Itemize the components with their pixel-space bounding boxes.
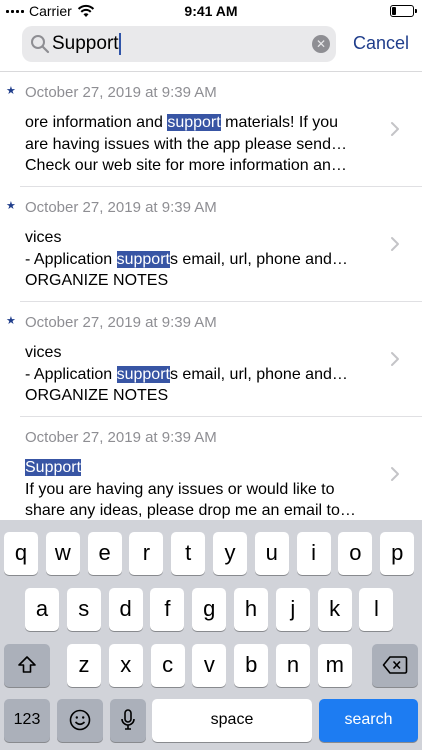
key-c[interactable]: c — [150, 644, 185, 687]
snippet-text: ORGANIZE NOTES — [25, 387, 169, 404]
key-d[interactable]: d — [108, 588, 143, 631]
note-date: October 27, 2019 at 9:39 AM — [25, 199, 217, 216]
battery-icon — [390, 5, 417, 17]
note-date: October 27, 2019 at 9:39 AM — [25, 429, 217, 446]
key-a[interactable]: a — [25, 588, 59, 631]
emoji-icon — [69, 709, 91, 731]
key-s[interactable]: s — [66, 588, 101, 631]
key-p[interactable]: p — [380, 532, 415, 575]
star-icon: ★ — [6, 315, 16, 327]
note-snippet-line: - Application supports email, url, phone… — [25, 364, 381, 386]
microphone-key[interactable] — [110, 699, 146, 742]
snippet-text: Check our web site for more information … — [25, 157, 347, 174]
search-match-highlight: support — [116, 365, 170, 383]
emoji-key[interactable] — [57, 699, 103, 742]
shift-icon — [18, 656, 36, 673]
search-match-highlight: support — [116, 250, 170, 268]
shift-key[interactable] — [4, 644, 50, 687]
keyboard: q w e r t y u i o p a s d f g h j k l z x c v b n m 123 space search — [0, 520, 422, 750]
key-r[interactable]: r — [129, 532, 164, 575]
snippet-text: s email, url, phone and… — [169, 250, 348, 268]
note-snippet-line: Support — [25, 457, 381, 479]
star-icon: ★ — [6, 200, 16, 212]
chevron-right-icon — [391, 122, 399, 136]
delete-key[interactable] — [372, 644, 418, 687]
star-icon: ★ — [6, 85, 16, 97]
snippet-text: vices — [25, 344, 62, 361]
key-e[interactable]: e — [87, 532, 122, 575]
status-time: 9:41 AM — [184, 3, 238, 19]
search-header: Support ✕ Cancel — [0, 22, 422, 72]
key-g[interactable]: g — [192, 588, 227, 631]
note-snippet-line: If you are having any issues or would li… — [25, 479, 381, 501]
search-key[interactable]: search — [319, 699, 418, 742]
note-date: October 27, 2019 at 9:39 AM — [25, 314, 217, 331]
key-f[interactable]: f — [150, 588, 185, 631]
clear-icon[interactable]: ✕ — [312, 35, 330, 53]
snippet-text: s email, url, phone and… — [169, 365, 348, 383]
snippet-text: - Application — [25, 250, 117, 268]
note-snippet-line: vices — [25, 227, 381, 249]
key-m[interactable]: m — [317, 644, 352, 687]
note-snippet: vices - Application supports email, url, … — [25, 342, 381, 407]
note-snippet-line: Check our web site for more information … — [25, 155, 381, 177]
chevron-right-icon — [391, 352, 399, 366]
search-match-highlight: support — [167, 114, 221, 131]
key-k[interactable]: k — [317, 588, 352, 631]
snippet-text: materials! If you — [220, 114, 339, 131]
snippet-text: are having issues with the app please se… — [25, 135, 347, 153]
status-bar: Carrier 9:41 AM — [0, 0, 422, 22]
text-caret — [118, 33, 121, 55]
search-match-highlight: Support — [25, 459, 82, 476]
key-q[interactable]: q — [4, 532, 38, 575]
chevron-right-icon — [391, 237, 399, 251]
search-input[interactable]: Support — [52, 30, 121, 58]
key-j[interactable]: j — [275, 588, 310, 631]
key-n[interactable]: n — [276, 644, 310, 687]
note-row[interactable]: ★ October 27, 2019 at 9:39 AM vices - Appli… — [6, 187, 422, 302]
key-w[interactable]: w — [45, 532, 80, 575]
snippet-text: ORGANIZE NOTES — [25, 272, 169, 289]
search-icon — [31, 35, 50, 54]
note-snippet: Support If you are having any issues or w… — [25, 457, 381, 522]
note-row[interactable]: October 27, 2019 at 9:39 AM Support If you… — [20, 417, 422, 532]
search-query: Support — [52, 33, 119, 54]
key-b[interactable]: b — [234, 644, 269, 687]
search-field[interactable]: Support ✕ — [22, 26, 336, 62]
note-snippet: ore information and support materials! I… — [25, 112, 381, 177]
note-snippet-line: ORGANIZE NOTES — [25, 270, 381, 292]
microphone-icon — [121, 709, 135, 730]
note-date: October 27, 2019 at 9:39 AM — [25, 84, 217, 101]
note-snippet: vices - Application supports email, url, … — [25, 227, 381, 292]
numbers-key[interactable]: 123 — [4, 699, 50, 742]
delete-icon — [382, 656, 408, 674]
note-snippet-line: share any ideas, please drop me an email… — [25, 500, 381, 522]
key-z[interactable]: z — [67, 644, 101, 687]
key-i[interactable]: i — [296, 532, 331, 575]
note-snippet-line: ore information and support materials! I… — [25, 112, 381, 134]
key-h[interactable]: h — [234, 588, 268, 631]
note-snippet-line: ORGANIZE NOTES — [25, 385, 381, 407]
snippet-text: If you are having any issues or would li… — [25, 480, 335, 498]
key-y[interactable]: y — [213, 532, 247, 575]
snippet-text: ore information and — [25, 114, 168, 131]
note-snippet-line: vices — [25, 342, 381, 364]
key-x[interactable]: x — [108, 644, 143, 687]
key-l[interactable]: l — [359, 588, 394, 631]
snippet-text: vices — [25, 229, 62, 246]
chevron-right-icon — [391, 467, 399, 481]
key-o[interactable]: o — [338, 532, 373, 575]
snippet-text: share any ideas, please drop me an email… — [25, 502, 356, 519]
note-row[interactable]: ★ October 27, 2019 at 9:39 AM vices - Appli… — [6, 302, 422, 417]
note-snippet-line: are having issues with the app please se… — [25, 134, 381, 156]
cancel-button[interactable]: Cancel — [353, 33, 409, 54]
note-row[interactable]: ★ October 27, 2019 at 9:39 AM ore informat… — [6, 72, 422, 187]
key-v[interactable]: v — [192, 644, 227, 687]
key-u[interactable]: u — [254, 532, 289, 575]
key-t[interactable]: t — [171, 532, 206, 575]
note-snippet-line: - Application supports email, url, phone… — [25, 249, 381, 271]
snippet-text: - Application — [25, 365, 117, 383]
space-key[interactable]: space — [152, 699, 312, 742]
search-results-list: ★ October 27, 2019 at 9:39 AM ore informat… — [0, 72, 422, 532]
